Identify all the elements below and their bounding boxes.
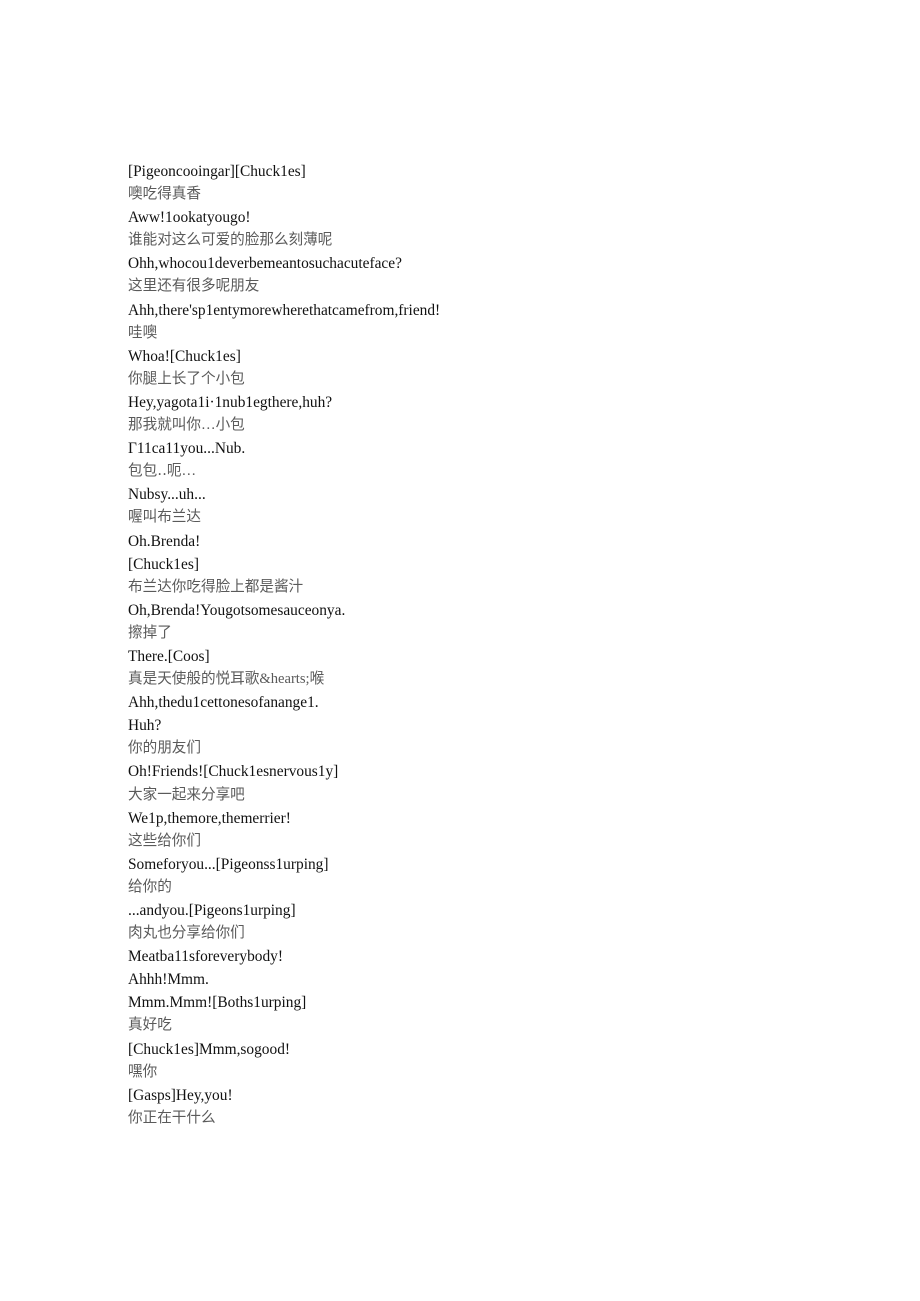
transcript-line: 那我就叫你…小包 bbox=[128, 417, 245, 434]
transcript-line: 大家一起来分享吧 bbox=[128, 786, 245, 803]
transcript-line: 真好吃 bbox=[128, 1017, 172, 1034]
transcript-line: 这些给你们 bbox=[128, 832, 201, 849]
transcript-line: [Gasps]Hey,you! bbox=[128, 1086, 233, 1104]
transcript-line: Oh!Friends![Chuck1esnervous1y] bbox=[128, 763, 339, 781]
transcript-line: 谁能对这么可爱的脸那么刻薄呢 bbox=[128, 232, 333, 249]
transcript-text-block: [Pigeoncooingar][Chuck1es] 噢吃得真香 Aww!1ooka… bbox=[128, 160, 828, 1130]
document-page: [Pigeoncooingar][Chuck1es] 噢吃得真香 Aww!1ooka… bbox=[0, 0, 920, 1301]
transcript-line: 你的朋友们 bbox=[128, 740, 201, 757]
transcript-line: 这里还有很多呢朋友 bbox=[128, 278, 260, 295]
transcript-line: 布兰达你吃得脸上都是酱汁 bbox=[128, 578, 304, 595]
transcript-line: [Pigeoncooingar][Chuck1es] bbox=[128, 163, 306, 180]
transcript-line: Ahh,thedu1cettonesofanange1. bbox=[128, 694, 319, 712]
transcript-line: 你正在干什么 bbox=[128, 1109, 216, 1126]
transcript-line: 擦掉了 bbox=[128, 624, 172, 641]
transcript-line: We1p,themore,themerrier! bbox=[128, 809, 291, 827]
transcript-line: Γ11ca11you...Nub. bbox=[128, 440, 246, 458]
transcript-line: Ahh,there'sp1entymorewherethatcamefrom,f… bbox=[128, 301, 441, 319]
transcript-line: Hey,yagota1i·1nub1egthere,huh? bbox=[128, 393, 333, 411]
transcript-line: Mmm.Mmm![Boths1urping] bbox=[128, 994, 307, 1012]
transcript-line: There.[Coos] bbox=[128, 647, 210, 665]
transcript-line: Oh,Brenda!Yougotsomesauceonya. bbox=[128, 601, 346, 619]
transcript-line: Whoa![Chuck1es] bbox=[128, 347, 241, 365]
transcript-line: ...andyou.[Pigeons1urping] bbox=[128, 902, 296, 919]
transcript-line: Ohh,whocou1deverbemeantosuchacuteface? bbox=[128, 255, 402, 273]
transcript-line: 包包‥呃… bbox=[128, 463, 197, 480]
transcript-line: 你腿上长了个小包 bbox=[128, 370, 245, 387]
transcript-line: Aww!1ookatyougo! bbox=[128, 209, 251, 227]
transcript-line: Someforyou...[Pigeonss1urping] bbox=[128, 855, 329, 873]
transcript-line: Ahhh!Mmm. bbox=[128, 971, 209, 989]
transcript-line: 嘿你 bbox=[128, 1063, 158, 1080]
transcript-line: 喔叫布兰达 bbox=[128, 509, 201, 526]
transcript-line: Huh? bbox=[128, 717, 162, 735]
transcript-line: 真是天使般的悦耳歌&hearts;喉 bbox=[128, 671, 325, 688]
transcript-line: 哇噢 bbox=[128, 324, 158, 341]
transcript-line: [Chuck1es] bbox=[128, 555, 199, 573]
transcript-line: 噢吃得真香 bbox=[128, 186, 201, 203]
transcript-line: Meatba11sforeverybody! bbox=[128, 948, 283, 966]
transcript-line: Nubsy...uh... bbox=[128, 486, 206, 504]
transcript-line: 给你的 bbox=[128, 878, 172, 895]
transcript-line: Oh.Brenda! bbox=[128, 532, 201, 550]
transcript-line: 肉丸也分享给你们 bbox=[128, 925, 245, 942]
transcript-line: [Chuck1es]Mmm,sogood! bbox=[128, 1040, 291, 1058]
